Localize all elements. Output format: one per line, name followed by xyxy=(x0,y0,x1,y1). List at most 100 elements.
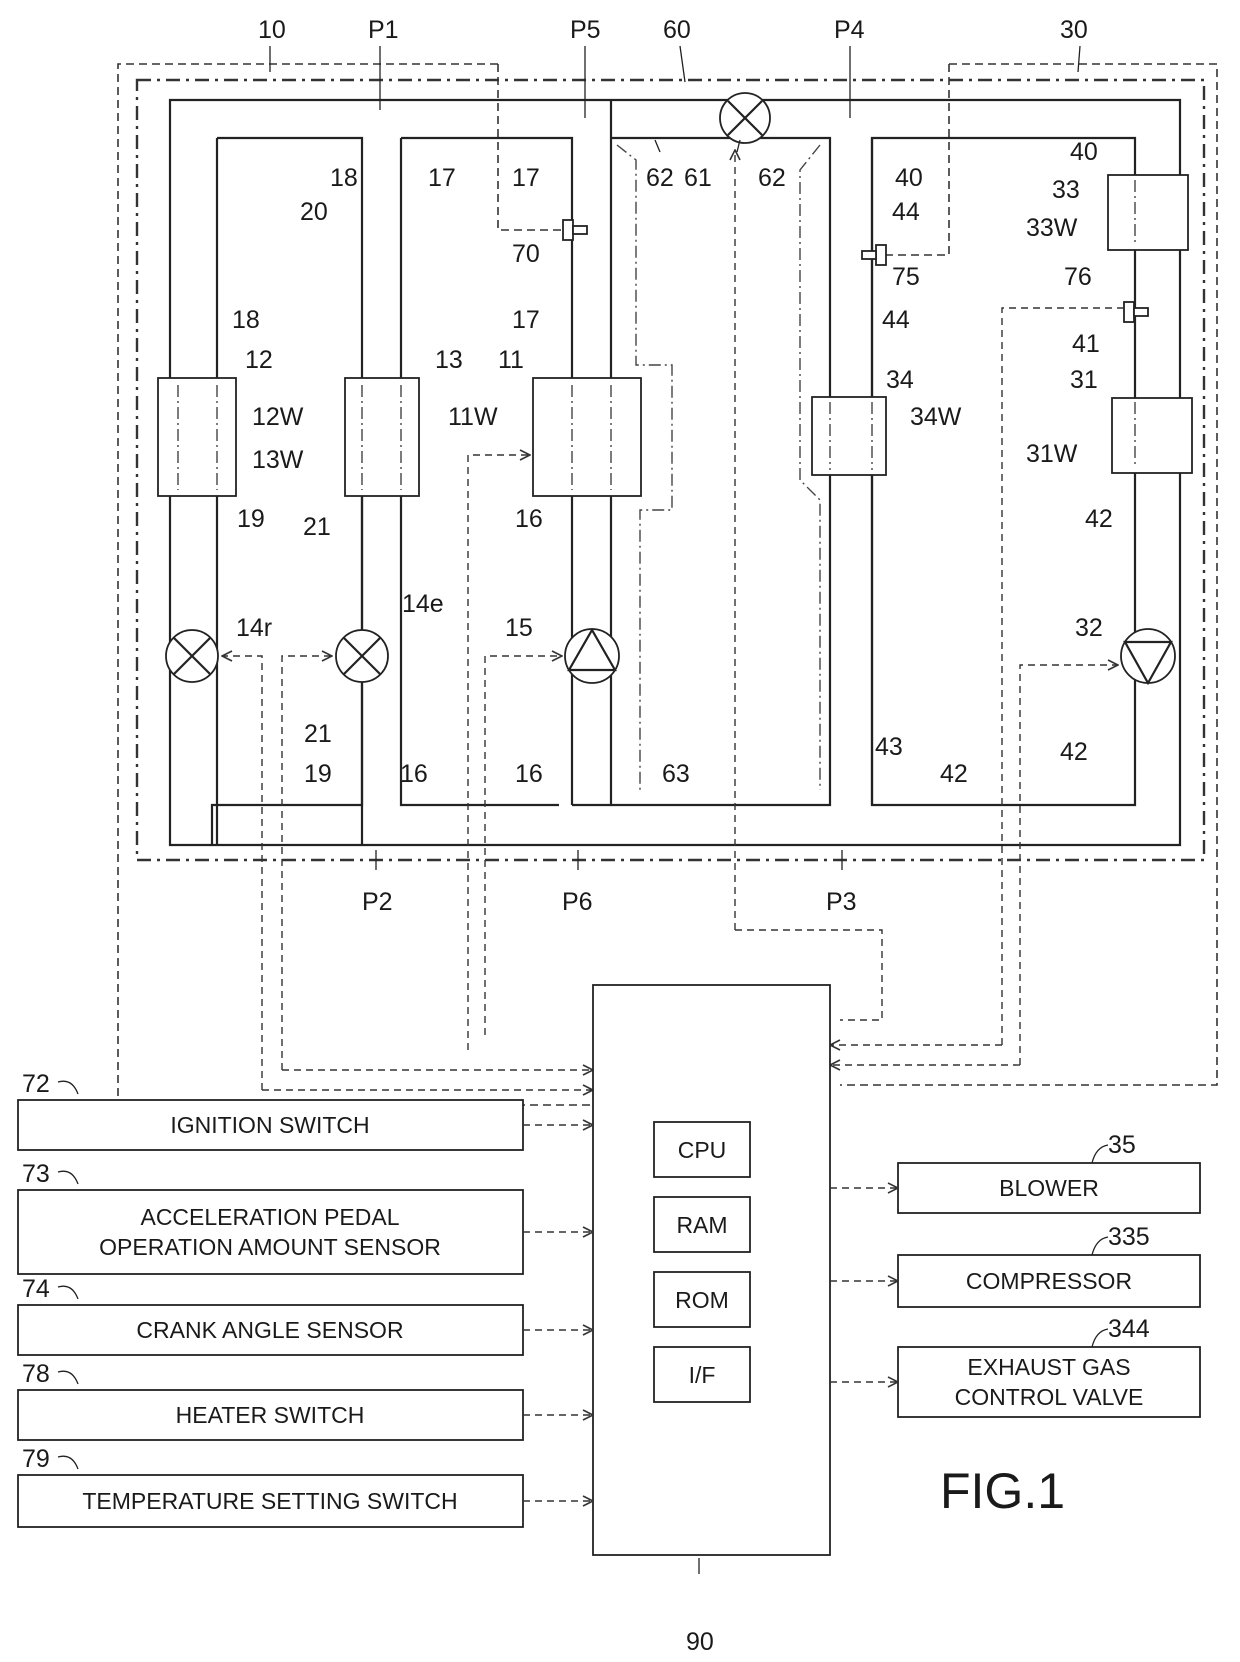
system-30-sensor-link xyxy=(880,64,950,256)
ecu-module: ROM xyxy=(653,1271,751,1328)
label-17-a: 17 xyxy=(512,164,540,192)
sensor-75-icon xyxy=(875,244,887,266)
label-14e: 14e xyxy=(402,590,444,618)
label-33: 33 xyxy=(1052,176,1080,204)
output-block: 344 EXHAUST GAS CONTROL VALVE xyxy=(830,1315,1201,1418)
sensor-76-icon xyxy=(1123,301,1135,323)
valve-61-icon xyxy=(719,92,771,144)
label-31w: 31W xyxy=(1026,440,1078,468)
system-10-sensor-link xyxy=(497,64,570,231)
label-44-top: 44 xyxy=(892,198,920,226)
hx-11 xyxy=(532,377,642,497)
label-90: 90 xyxy=(686,1628,714,1656)
input-block: 78 HEATER SWITCH xyxy=(17,1360,593,1441)
input-block-label: ACCELERATION PEDAL xyxy=(140,1204,399,1230)
label-30: 30 xyxy=(1060,16,1088,44)
input-ref-number: 79 xyxy=(22,1445,50,1473)
label-18-mid: 18 xyxy=(232,306,260,334)
input-block: 79 TEMPERATURE SETTING SWITCH xyxy=(17,1445,593,1528)
ecu-module: I/F xyxy=(653,1346,751,1403)
hx-12 xyxy=(157,377,237,497)
label-17-top: 17 xyxy=(428,164,456,192)
label-14r: 14r xyxy=(236,614,272,642)
label-p4: P4 xyxy=(834,16,865,44)
output-block: 335 COMPRESSOR xyxy=(830,1223,1201,1308)
label-10: 10 xyxy=(258,16,286,44)
label-41: 41 xyxy=(1072,330,1100,358)
label-31: 31 xyxy=(1070,366,1098,394)
label-33w: 33W xyxy=(1026,214,1078,242)
label-p2: P2 xyxy=(362,888,393,916)
input-ref-number: 74 xyxy=(22,1275,50,1303)
label-15: 15 xyxy=(505,614,533,642)
ecu-module: RAM xyxy=(653,1196,751,1253)
signal-14r xyxy=(222,656,263,1090)
label-16-low-a: 16 xyxy=(400,760,428,788)
output-block-label: CONTROL VALVE xyxy=(955,1384,1144,1410)
output-ref-number: 335 xyxy=(1108,1223,1150,1251)
fig1-diagram: CPU RAM ROM I/F 72 IGNITION SWITCH 73 ACCELERA… xyxy=(17,16,1218,1656)
label-20: 20 xyxy=(300,198,328,226)
circuit-60 xyxy=(611,136,832,807)
pipe-62-63 xyxy=(611,136,832,807)
label-70: 70 xyxy=(512,240,540,268)
input-block-label: OPERATION AMOUNT SENSOR xyxy=(99,1234,441,1260)
pump-15-icon xyxy=(564,627,620,684)
ecu-module-label: RAM xyxy=(676,1212,727,1238)
label-13w: 13W xyxy=(252,446,304,474)
pump-32-icon xyxy=(1120,628,1176,686)
label-40-top: 40 xyxy=(895,164,923,192)
label-42-right: 42 xyxy=(1060,738,1088,766)
ecu-90: CPU RAM ROM I/F xyxy=(592,984,831,1556)
ecu-module-label: CPU xyxy=(678,1137,727,1163)
signal-lines xyxy=(222,150,1124,1090)
label-12: 12 xyxy=(245,346,273,374)
label-61: 61 xyxy=(684,164,712,192)
label-76: 76 xyxy=(1064,263,1092,291)
label-43: 43 xyxy=(875,733,903,761)
label-42-mid: 42 xyxy=(1085,505,1113,533)
pipe-18-20 xyxy=(217,136,364,845)
label-19-mid: 19 xyxy=(237,505,265,533)
label-34w: 34W xyxy=(910,403,962,431)
pipe-40-44 xyxy=(870,136,1137,807)
label-42-low: 42 xyxy=(940,760,968,788)
ecu-module-label: ROM xyxy=(675,1287,729,1313)
figure-title: FIG.1 xyxy=(940,1463,1065,1519)
output-block-label: EXHAUST GAS xyxy=(967,1354,1130,1380)
label-21-low: 21 xyxy=(304,720,332,748)
input-block: 74 CRANK ANGLE SENSOR xyxy=(17,1275,593,1356)
input-block: 73 ACCELERATION PEDAL OPERATION AMOUNT SEN… xyxy=(17,1160,593,1275)
label-19-low: 19 xyxy=(304,760,332,788)
hx-31 xyxy=(1111,397,1193,474)
label-11w: 11W xyxy=(448,403,498,431)
input-block-label: HEATER SWITCH xyxy=(176,1402,365,1428)
ecu-module: CPU xyxy=(653,1121,751,1178)
signal-32 xyxy=(1019,665,1118,1065)
label-16-mid: 16 xyxy=(515,505,543,533)
label-p1: P1 xyxy=(368,16,399,44)
output-ref-number: 344 xyxy=(1108,1315,1150,1343)
label-21-mid: 21 xyxy=(303,513,331,541)
label-62-left: 62 xyxy=(646,164,674,192)
input-block-label: TEMPERATURE SETTING SWITCH xyxy=(82,1488,457,1514)
input-ref-number: 72 xyxy=(22,1070,50,1098)
input-block-frame xyxy=(17,1189,524,1275)
hx-34 xyxy=(811,396,887,476)
input-block-label: IGNITION SWITCH xyxy=(170,1112,369,1138)
label-11: 11 xyxy=(498,346,524,374)
label-62-right: 62 xyxy=(758,164,786,192)
output-block-label: BLOWER xyxy=(999,1175,1099,1201)
input-block-label: CRANK ANGLE SENSOR xyxy=(136,1317,403,1343)
label-p5: P5 xyxy=(570,16,601,44)
label-18-top: 18 xyxy=(330,164,358,192)
output-block: 35 BLOWER xyxy=(830,1131,1201,1214)
label-60: 60 xyxy=(663,16,691,44)
signal-14e xyxy=(281,656,332,1070)
output-ref-number: 35 xyxy=(1108,1131,1136,1159)
label-34: 34 xyxy=(886,366,914,394)
hx-13 xyxy=(344,377,420,497)
label-17-b: 17 xyxy=(512,306,540,334)
input-ref-number: 78 xyxy=(22,1360,50,1388)
hx-33 xyxy=(1107,174,1189,251)
